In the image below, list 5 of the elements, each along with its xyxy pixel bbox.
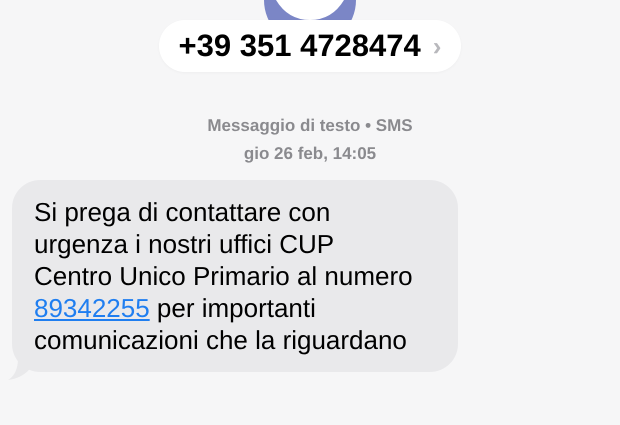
contact-name: +39 351 4728474	[178, 26, 421, 65]
message-text: Si prega di contattare con urgenza i nostri uffici CUP Centro Unico Primario al numero 89342255 per importanti comunicazioni che la riguardano	[34, 196, 414, 356]
timestamp: gio 26 feb, 14:05	[244, 143, 376, 165]
service-label: Messaggio di testo • SMS	[207, 115, 413, 137]
chevron-icon: ›	[432, 26, 442, 66]
